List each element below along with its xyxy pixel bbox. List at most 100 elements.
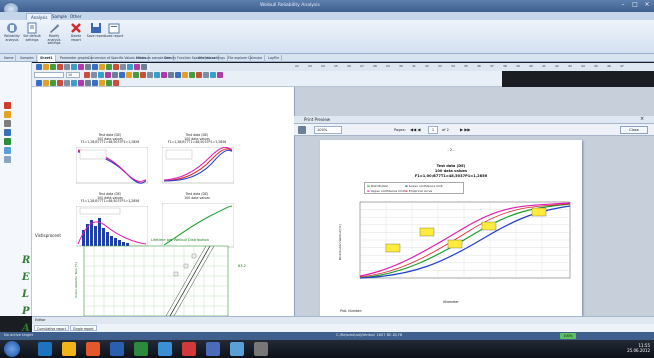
- format-tool-icon[interactable]: [196, 72, 202, 78]
- column-number[interactable]: 26: [347, 64, 351, 68]
- media-taskbar-icon[interactable]: [86, 342, 100, 356]
- format-tool-icon[interactable]: [210, 72, 216, 78]
- weibull-probability-chart[interactable]: Lifetime per Weibull Distribution 63.2 A…: [70, 236, 280, 316]
- sheet-tab-9[interactable]: Calendar: [246, 55, 266, 62]
- tab-other[interactable]: Other: [66, 13, 85, 20]
- toolbar-tool-icon[interactable]: [78, 80, 84, 86]
- format-tool-icon[interactable]: [84, 72, 90, 78]
- column-number[interactable]: 31: [412, 64, 416, 68]
- format-tool-icon[interactable]: [147, 72, 153, 78]
- toolbar-tool-icon[interactable]: [92, 80, 98, 86]
- column-number[interactable]: 38: [503, 64, 507, 68]
- toolbar-tool-icon[interactable]: [99, 64, 105, 70]
- format-tool-icon[interactable]: [91, 72, 97, 78]
- chart-distribution-2[interactable]: Test data (DE) 100 data values F1=1,28;B…: [156, 133, 238, 189]
- system-clock[interactable]: 11:55 25.06.2012: [627, 343, 650, 353]
- toolbar-tool-icon[interactable]: [106, 80, 112, 86]
- reliability-analysis-button[interactable]: Reliability analysis: [2, 22, 22, 52]
- toolbar-tool-icon[interactable]: [71, 64, 77, 70]
- app1-taskbar-icon[interactable]: [158, 342, 172, 356]
- column-number[interactable]: 36: [477, 64, 481, 68]
- toolbar-tool-icon[interactable]: [127, 64, 133, 70]
- column-number[interactable]: 22: [295, 64, 299, 68]
- toolbar-tool-icon[interactable]: [85, 80, 91, 86]
- delete-report-button[interactable]: Delete report: [66, 22, 86, 52]
- modify-analysis-settings-button[interactable]: Modify analysis settings: [44, 22, 64, 52]
- zoom-select[interactable]: 100%: [314, 126, 342, 134]
- toolbar-tool-icon[interactable]: [113, 64, 119, 70]
- format-tool-icon[interactable]: [133, 72, 139, 78]
- format-tool-icon[interactable]: [161, 72, 167, 78]
- excel-icon[interactable]: [4, 138, 11, 145]
- app2-taskbar-icon[interactable]: [182, 342, 196, 356]
- toolbar-tool-icon[interactable]: [85, 64, 91, 70]
- first-prev-page-buttons[interactable]: ◀◀ ◀: [410, 126, 421, 134]
- column-number[interactable]: 45: [594, 64, 598, 68]
- toolbar-tool-icon[interactable]: [43, 80, 49, 86]
- word-taskbar-icon[interactable]: [110, 342, 124, 356]
- toolbar-tool-icon[interactable]: [57, 80, 63, 86]
- close-window-button[interactable]: ×: [642, 1, 652, 9]
- column-number[interactable]: 29: [386, 64, 390, 68]
- toolbar-tool-icon[interactable]: [141, 64, 147, 70]
- maximize-button[interactable]: □: [630, 1, 640, 9]
- minimize-button[interactable]: –: [618, 1, 628, 9]
- format-tool-icon[interactable]: [182, 72, 188, 78]
- format-tool-icon[interactable]: [203, 72, 209, 78]
- column-number[interactable]: 44: [581, 64, 585, 68]
- print-preview-close-icon[interactable]: ×: [640, 116, 644, 122]
- printer-icon[interactable]: [298, 126, 306, 134]
- toolbar-tool-icon[interactable]: [64, 64, 70, 70]
- load-report-button[interactable]: Load report: [104, 22, 124, 52]
- format-tool-icon[interactable]: [175, 72, 181, 78]
- column-number[interactable]: 32: [425, 64, 429, 68]
- toolbar-tool-icon[interactable]: [78, 64, 84, 70]
- format-tool-icon[interactable]: [105, 72, 111, 78]
- column-number[interactable]: 43: [568, 64, 572, 68]
- toolbar-tool-icon[interactable]: [36, 80, 42, 86]
- format-tool-icon[interactable]: [98, 72, 104, 78]
- toolbar-tool-icon[interactable]: [50, 64, 56, 70]
- column-number[interactable]: 37: [490, 64, 494, 68]
- format-tool-icon[interactable]: [189, 72, 195, 78]
- app3-taskbar-icon[interactable]: [206, 342, 220, 356]
- tab-single-report[interactable]: Single report: [70, 325, 97, 331]
- explorer-taskbar-icon[interactable]: [62, 342, 76, 356]
- column-number[interactable]: 42: [555, 64, 559, 68]
- column-number[interactable]: 46: [607, 64, 611, 68]
- worksheet-area[interactable]: Test data (DE) 100 data values F1=1,28;B…: [32, 87, 294, 316]
- app4-taskbar-icon[interactable]: [230, 342, 244, 356]
- save-report-button[interactable]: Save report: [86, 22, 106, 52]
- toolbar-tool-icon[interactable]: [92, 64, 98, 70]
- pdf-export-icon[interactable]: [4, 102, 11, 109]
- toolbar-tool-icon[interactable]: [106, 64, 112, 70]
- toolbar-tool-icon[interactable]: [113, 80, 119, 86]
- close-button[interactable]: Close: [620, 126, 648, 134]
- sheet-tab-2[interactable]: Sheet1: [38, 55, 56, 62]
- sheet-tab-7[interactable]: Analysis settings: [196, 55, 228, 62]
- next-last-page-buttons[interactable]: ▶ ▶▶: [460, 126, 471, 134]
- toolbar-tool-icon[interactable]: [134, 64, 140, 70]
- column-number[interactable]: 35: [464, 64, 468, 68]
- sheet-tab-10[interactable]: LogFile: [266, 55, 283, 62]
- chart-icon[interactable]: [4, 147, 11, 154]
- toolbar-tool-icon[interactable]: [36, 64, 42, 70]
- toolbar-tool-icon[interactable]: [50, 80, 56, 86]
- toolbar-tool-icon[interactable]: [57, 64, 63, 70]
- word-icon[interactable]: [4, 129, 11, 136]
- tab-cumulative-report[interactable]: Cumulative report: [34, 325, 69, 331]
- column-number[interactable]: 47: [620, 64, 624, 68]
- format-tool-icon[interactable]: [168, 72, 174, 78]
- set-default-settings-button[interactable]: Set default settings: [22, 22, 42, 52]
- close-x-icon[interactable]: [4, 120, 11, 127]
- format-tool-icon[interactable]: [126, 72, 132, 78]
- column-number[interactable]: 24: [321, 64, 325, 68]
- excel-taskbar-icon[interactable]: [134, 342, 148, 356]
- column-number[interactable]: 39: [516, 64, 520, 68]
- sheet-tab-1[interactable]: Samples: [18, 55, 37, 62]
- toolbar-tool-icon[interactable]: [71, 80, 77, 86]
- sheet-tab-0[interactable]: Home: [2, 55, 17, 62]
- toolbar-tool-icon[interactable]: [43, 64, 49, 70]
- column-number[interactable]: 33: [438, 64, 442, 68]
- column-number[interactable]: 41: [542, 64, 546, 68]
